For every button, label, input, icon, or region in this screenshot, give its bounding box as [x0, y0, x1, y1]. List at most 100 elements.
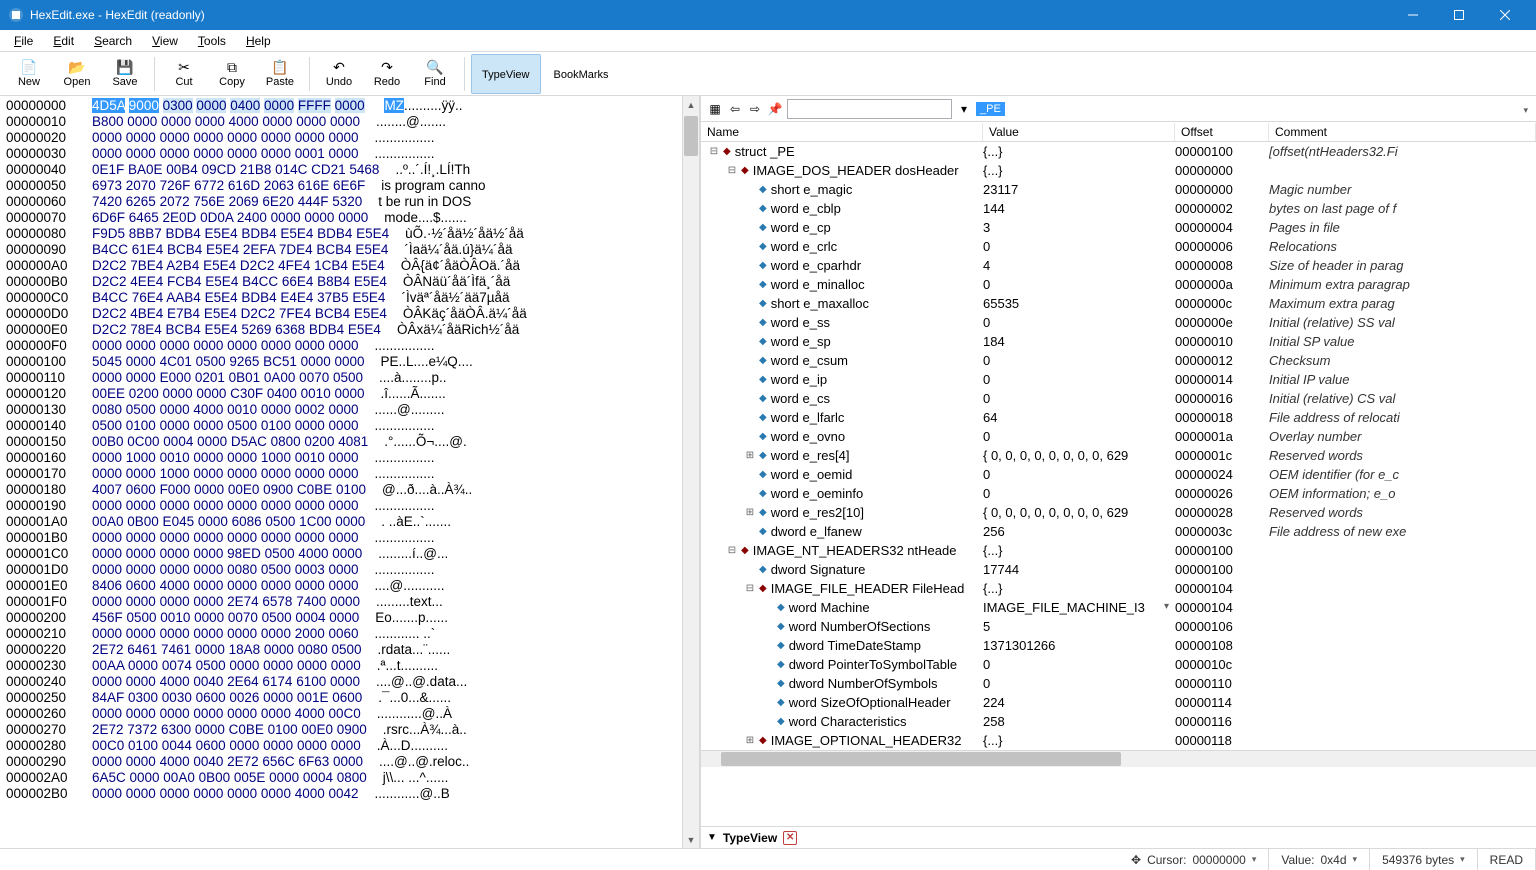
- hex-row[interactable]: 00000080 F9D5 8BB7 BDB4 E5E4 BDB4 E5E4 B…: [6, 226, 693, 242]
- typeview-pin-icon[interactable]: 📌: [767, 101, 783, 117]
- tree-row[interactable]: ◆word e_lfarlc6400000018File address of …: [701, 408, 1536, 427]
- tree-row[interactable]: ◆word e_oeminfo000000026OEM information;…: [701, 484, 1536, 503]
- hex-row[interactable]: 000000E0 D2C2 78E4 BCB4 E5E4 5269 6368 B…: [6, 322, 693, 338]
- scroll-down-icon[interactable]: ▼: [683, 831, 699, 848]
- typeview-back-icon[interactable]: ⇦: [727, 101, 743, 117]
- tree-row[interactable]: ⊞◆word e_res[4]{ 0, 0, 0, 0, 0, 0, 0, 0,…: [701, 446, 1536, 465]
- toolbar-save[interactable]: 💾Save: [102, 54, 148, 94]
- tree-row[interactable]: ◆word e_csum000000012Checksum: [701, 351, 1536, 370]
- tree-scrollbar-h[interactable]: [701, 750, 1536, 767]
- tree-row[interactable]: ◆word e_cs000000016Initial (relative) CS…: [701, 389, 1536, 408]
- hex-row[interactable]: 00000190 0000 0000 0000 0000 0000 0000 0…: [6, 498, 693, 514]
- hex-row[interactable]: 00000170 0000 0000 1000 0000 0000 0000 0…: [6, 466, 693, 482]
- tree-row[interactable]: ⊞◆IMAGE_OPTIONAL_HEADER32{...}00000118: [701, 731, 1536, 750]
- typeview-search-input[interactable]: [787, 99, 952, 119]
- hex-row[interactable]: 00000100 5045 0000 4C01 0500 9265 BC51 0…: [6, 354, 693, 370]
- minimize-button[interactable]: [1390, 0, 1436, 30]
- toolbar-bookmarks[interactable]: BookMarks: [543, 54, 620, 94]
- tree-row[interactable]: ◆dword e_lfanew2560000003cFile address o…: [701, 522, 1536, 541]
- toolbar-typeview[interactable]: TypeView: [471, 54, 541, 94]
- tree-row[interactable]: ◆short e_magic2311700000000Magic number: [701, 180, 1536, 199]
- menu-view[interactable]: View: [142, 32, 188, 50]
- tree-row[interactable]: ◆word MachineIMAGE_FILE_MACHINE_I3000001…: [701, 598, 1536, 617]
- tree-row[interactable]: ◆word SizeOfOptionalHeader22400000114: [701, 693, 1536, 712]
- hex-row[interactable]: 00000180 4007 0600 F000 0000 00E0 0900 C…: [6, 482, 693, 498]
- hex-row[interactable]: 000002B0 0000 0000 0000 0000 0000 0000 4…: [6, 786, 693, 802]
- toolbar-new[interactable]: 📄New: [6, 54, 52, 94]
- tree-row[interactable]: ◆short e_maxalloc655350000000cMaximum ex…: [701, 294, 1536, 313]
- hex-row[interactable]: 00000000 4D5A 9000 0300 0000 0400 0000 F…: [6, 98, 693, 114]
- hex-row[interactable]: 00000160 0000 1000 0010 0000 0000 1000 0…: [6, 450, 693, 466]
- toolbar-open[interactable]: 📂Open: [54, 54, 100, 94]
- col-value[interactable]: Value: [983, 123, 1175, 141]
- hex-row[interactable]: 00000270 2E72 7372 6300 0000 C0BE 0100 0…: [6, 722, 693, 738]
- hex-row[interactable]: 000000B0 D2C2 4EE4 FCB4 E5E4 B4CC 66E4 B…: [6, 274, 693, 290]
- hex-row[interactable]: 00000120 00EE 0200 0000 0000 C30F 0400 0…: [6, 386, 693, 402]
- tree-expander[interactable]: ⊟: [707, 146, 721, 157]
- hex-row[interactable]: 000001F0 0000 0000 0000 0000 2E74 6578 7…: [6, 594, 693, 610]
- hex-row[interactable]: 00000200 456F 0500 0010 0000 0070 0500 0…: [6, 610, 693, 626]
- tree-row[interactable]: ◆dword PointerToSymbolTable00000010c: [701, 655, 1536, 674]
- tree-row[interactable]: ⊟◆IMAGE_DOS_HEADER dosHeader{...}0000000…: [701, 161, 1536, 180]
- tree-expander[interactable]: ⊞: [743, 507, 757, 518]
- tree-row[interactable]: ◆word e_ovno00000001aOverlay number: [701, 427, 1536, 446]
- tree-expander[interactable]: ⊟: [743, 583, 757, 594]
- tree-scroll-thumb[interactable]: [721, 752, 1121, 766]
- tree-row[interactable]: ◆word e_minalloc00000000aMinimum extra p…: [701, 275, 1536, 294]
- tree-expander[interactable]: ⊞: [743, 735, 757, 746]
- tree-row[interactable]: ◆word e_oemid000000024OEM identifier (fo…: [701, 465, 1536, 484]
- toolbar-undo[interactable]: ↶Undo: [316, 54, 362, 94]
- tree-row[interactable]: ⊟◆struct _PE{...}00000100[offset(ntHeade…: [701, 142, 1536, 161]
- hex-row[interactable]: 000001C0 0000 0000 0000 0000 98ED 0500 4…: [6, 546, 693, 562]
- panel-caret-icon[interactable]: ▼: [707, 832, 717, 843]
- hex-row[interactable]: 000001A0 00A0 0B00 E045 0000 6086 0500 1…: [6, 514, 693, 530]
- tree-row[interactable]: ⊞◆word e_res2[10]{ 0, 0, 0, 0, 0, 0, 0, …: [701, 503, 1536, 522]
- hex-row[interactable]: 00000070 6D6F 6465 2E0D 0D0A 2400 0000 0…: [6, 210, 693, 226]
- hex-scrollbar[interactable]: ▲ ▼: [682, 96, 699, 848]
- chevron-down-icon[interactable]: ▾: [1252, 854, 1257, 865]
- type-selector[interactable]: _PE ▾: [976, 102, 1530, 116]
- tree-row[interactable]: ◆word Characteristics25800000116: [701, 712, 1536, 731]
- chevron-down-icon[interactable]: ▾: [1353, 854, 1358, 865]
- tree-row[interactable]: ◆word e_cp300000004Pages in file: [701, 218, 1536, 237]
- tree-expander[interactable]: ⊟: [725, 165, 739, 176]
- typeview-fwd-icon[interactable]: ⇨: [747, 101, 763, 117]
- hex-row[interactable]: 000001D0 0000 0000 0000 0000 0080 0500 0…: [6, 562, 693, 578]
- hex-row[interactable]: 00000020 0000 0000 0000 0000 0000 0000 0…: [6, 130, 693, 146]
- tree-row[interactable]: ◆word e_sp18400000010Initial SP value: [701, 332, 1536, 351]
- tree-row[interactable]: ◆word e_cblp14400000002bytes on last pag…: [701, 199, 1536, 218]
- menu-edit[interactable]: Edit: [43, 32, 84, 50]
- tree-row[interactable]: ◆dword NumberOfSymbols000000110: [701, 674, 1536, 693]
- hex-row[interactable]: 00000140 0500 0100 0000 0000 0500 0100 0…: [6, 418, 693, 434]
- hex-row[interactable]: 00000260 0000 0000 0000 0000 0000 0000 4…: [6, 706, 693, 722]
- scroll-thumb[interactable]: [684, 116, 698, 156]
- hex-row[interactable]: 00000150 00B0 0C00 0004 0000 D5AC 0800 0…: [6, 434, 693, 450]
- hex-row[interactable]: 00000110 0000 0000 E000 0201 0B01 0A00 0…: [6, 370, 693, 386]
- hex-row[interactable]: 000000D0 D2C2 4BE4 E7B4 E5E4 D2C2 7FE4 B…: [6, 306, 693, 322]
- hex-row[interactable]: 00000060 7420 6265 2072 756E 2069 6E20 4…: [6, 194, 693, 210]
- col-offset[interactable]: Offset: [1175, 123, 1269, 141]
- col-name[interactable]: Name: [701, 123, 983, 141]
- scroll-up-icon[interactable]: ▲: [683, 96, 699, 113]
- hex-row[interactable]: 000002A0 6A5C 0000 00A0 0B00 005E 0000 0…: [6, 770, 693, 786]
- hex-row[interactable]: 000000C0 B4CC 76E4 AAB4 E5E4 BDB4 E4E4 3…: [6, 290, 693, 306]
- tree-row[interactable]: ◆word NumberOfSections500000106: [701, 617, 1536, 636]
- panel-tab-label[interactable]: TypeView: [723, 831, 777, 845]
- typeview-tree[interactable]: Name Value Offset Comment ⊟◆struct _PE{.…: [701, 122, 1536, 826]
- hex-row[interactable]: 00000030 0000 0000 0000 0000 0000 0000 0…: [6, 146, 693, 162]
- menu-help[interactable]: Help: [236, 32, 281, 50]
- maximize-button[interactable]: [1436, 0, 1482, 30]
- hex-row[interactable]: 00000040 0E1F BA0E 00B4 09CD 21B8 014C C…: [6, 162, 693, 178]
- hex-row[interactable]: 00000090 B4CC 61E4 BCB4 E5E4 2EFA 7DE4 B…: [6, 242, 693, 258]
- hex-row[interactable]: 00000010 B800 0000 0000 0000 4000 0000 0…: [6, 114, 693, 130]
- tree-row[interactable]: ◆dword TimeDateStamp137130126600000108: [701, 636, 1536, 655]
- hex-row[interactable]: 000001B0 0000 0000 0000 0000 0000 0000 0…: [6, 530, 693, 546]
- tree-row[interactable]: ◆word e_ip000000014Initial IP value: [701, 370, 1536, 389]
- tree-row[interactable]: ◆word e_ss00000000eInitial (relative) SS…: [701, 313, 1536, 332]
- hex-row[interactable]: 000000F0 0000 0000 0000 0000 0000 0000 0…: [6, 338, 693, 354]
- tree-expander[interactable]: ⊟: [725, 545, 739, 556]
- tree-header[interactable]: Name Value Offset Comment: [701, 122, 1536, 142]
- panel-close-icon[interactable]: ✕: [783, 831, 797, 845]
- hex-row[interactable]: 00000130 0080 0500 0000 4000 0010 0000 0…: [6, 402, 693, 418]
- typeview-tool-icon[interactable]: ▦: [707, 101, 723, 117]
